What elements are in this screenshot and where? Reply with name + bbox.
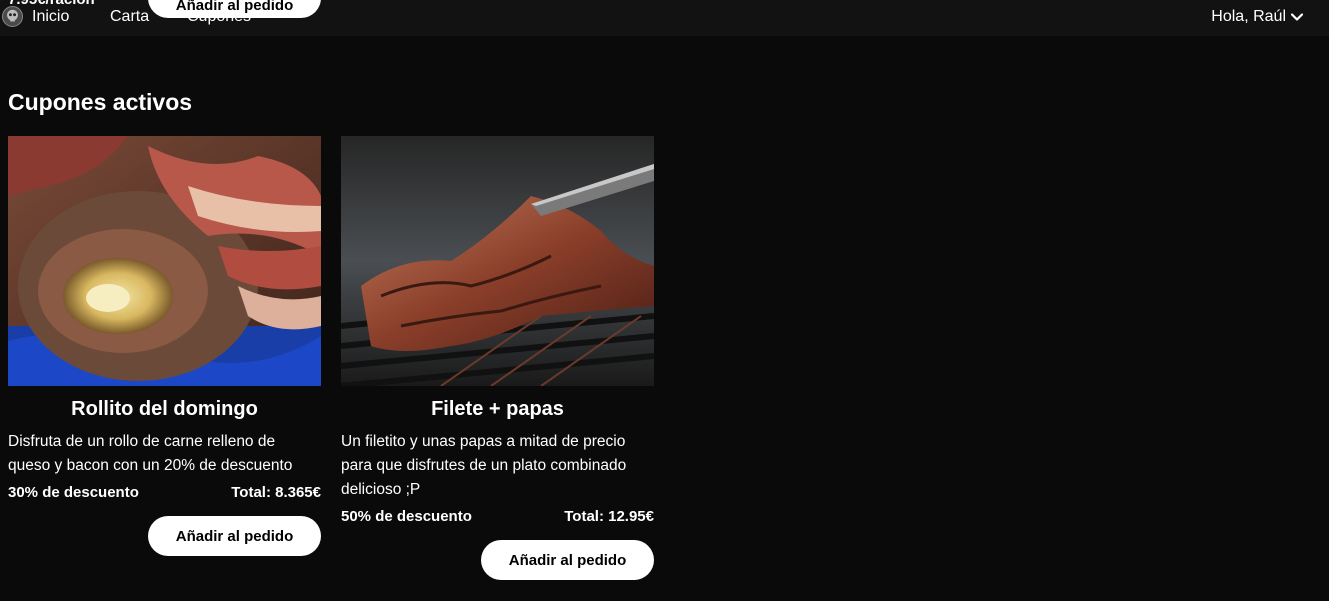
coupon-meta: 30% de descuento Total: 8.365€ [8, 484, 321, 502]
coupon-title: Filete + papas [431, 398, 564, 420]
coupon-image-meat-roll [8, 136, 321, 386]
coupon-description: Un filetito y unas papas a mitad de prec… [341, 433, 627, 498]
user-menu[interactable]: Hola, Raúl [1211, 8, 1304, 26]
coupon-title: Rollito del domingo [71, 398, 258, 420]
nav-link-carta[interactable]: Carta [110, 8, 149, 26]
add-to-order-button[interactable]: Añadir al pedido [148, 516, 321, 556]
coupon-image-steak-grill [341, 136, 654, 386]
coupon-meta: 50% de descuento Total: 12.95€ [341, 508, 654, 526]
coupon-discount: 30% de descuento [8, 484, 139, 501]
page-title: Cupones activos [8, 89, 193, 115]
top-navbar: 7.95€/ración Inicio Carta Cupones Añadir… [0, 0, 1329, 36]
coupon-card: Rollito del domingo Disfruta de un rollo… [8, 136, 321, 556]
coupon-description: Disfruta de un rollo de carne relleno de… [8, 433, 293, 474]
skull-logo-icon[interactable] [2, 6, 23, 27]
coupon-card: Filete + papas Un filetito y unas papas … [341, 136, 654, 580]
nav-link-inicio[interactable]: Inicio [32, 8, 69, 26]
coupon-discount: 50% de descuento [341, 508, 472, 525]
coupon-total: Total: 12.95€ [564, 508, 654, 525]
chevron-down-icon [1290, 13, 1304, 21]
coupon-total: Total: 8.365€ [231, 484, 321, 501]
add-to-order-button[interactable]: Añadir al pedido [481, 540, 654, 580]
overlapping-add-to-order-button[interactable]: Añadir al pedido [148, 0, 321, 18]
user-greeting: Hola, Raúl [1211, 8, 1286, 25]
